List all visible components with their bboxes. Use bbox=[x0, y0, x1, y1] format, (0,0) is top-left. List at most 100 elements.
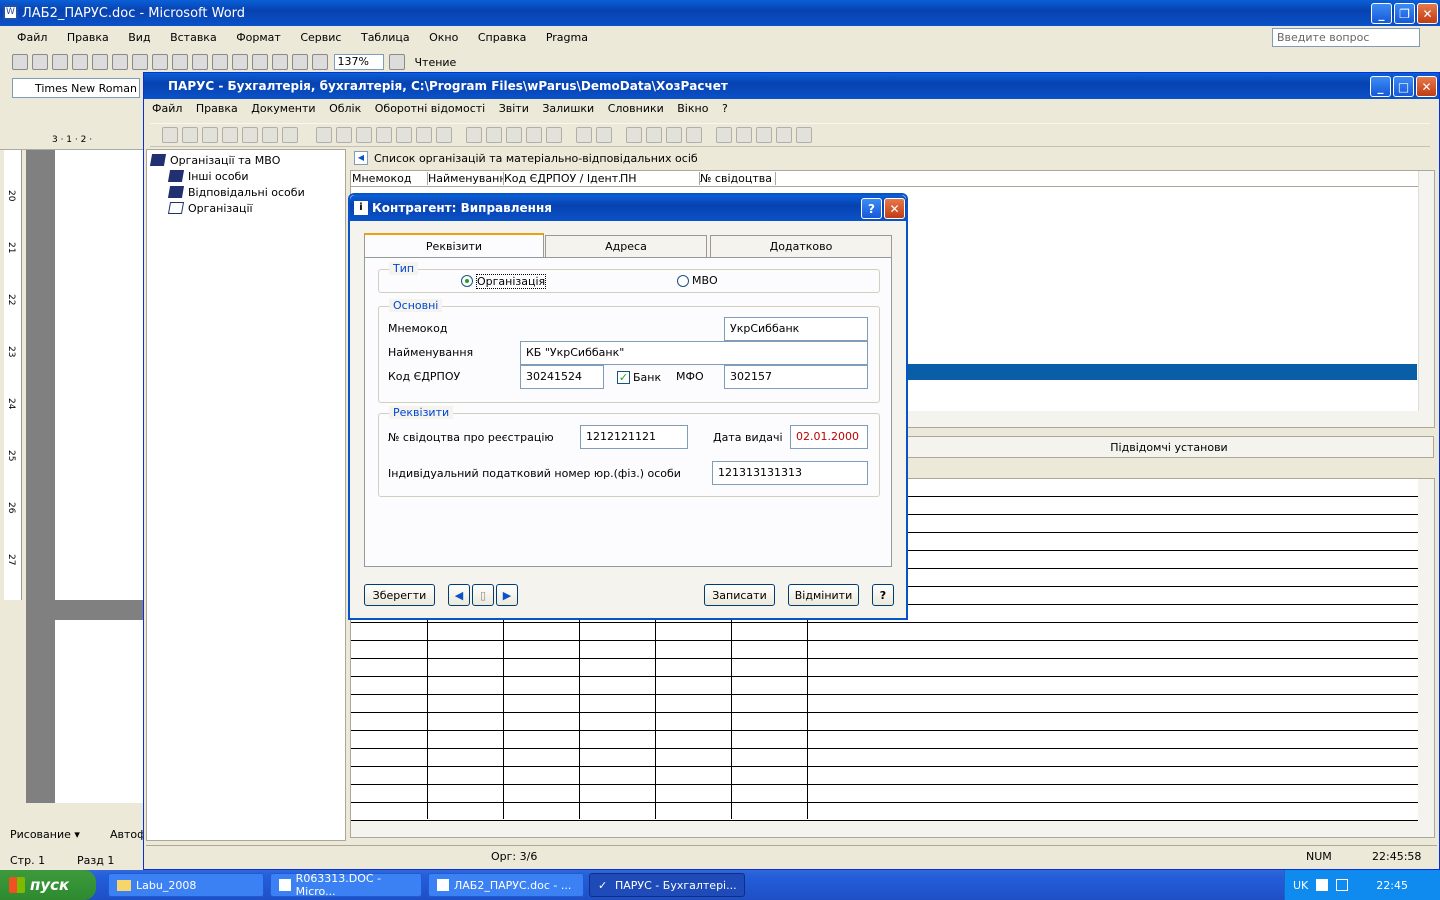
cut-icon[interactable] bbox=[132, 54, 148, 70]
doc5-icon[interactable] bbox=[396, 127, 412, 143]
col-edrpou[interactable]: Код ЄДРПОУ / Ідент. і bbox=[504, 172, 620, 185]
close-button[interactable]: ✕ bbox=[1417, 3, 1438, 24]
grid4-icon[interactable] bbox=[526, 127, 542, 143]
doc7-icon[interactable] bbox=[436, 127, 452, 143]
minimize-button[interactable]: _ bbox=[1371, 3, 1392, 24]
start-button[interactable]: пуск bbox=[0, 870, 96, 900]
col-cert[interactable]: № свідоцтва пр bbox=[700, 172, 776, 185]
next-record-button[interactable]: ▶ bbox=[496, 584, 518, 606]
tab-address[interactable]: Адреса bbox=[545, 235, 707, 257]
tool5-icon[interactable] bbox=[666, 127, 682, 143]
subordinate-tab[interactable]: Підвідомчі установи bbox=[904, 436, 1434, 458]
tree-item-organizations[interactable]: Організації bbox=[151, 200, 345, 216]
new-icon[interactable] bbox=[12, 54, 28, 70]
print-icon[interactable] bbox=[72, 54, 88, 70]
col-mnemocode[interactable]: Мнемокод bbox=[352, 172, 428, 185]
settings-icon[interactable] bbox=[776, 127, 792, 143]
menu-window[interactable]: Окно bbox=[429, 31, 458, 44]
dialog-help-button[interactable]: ? bbox=[861, 198, 882, 219]
parus-menu-window[interactable]: Вікно bbox=[677, 102, 708, 115]
document-page[interactable] bbox=[55, 150, 145, 600]
parus-menu-turnover[interactable]: Оборотні відомості bbox=[375, 102, 485, 115]
autoshapes-menu[interactable]: Автоф bbox=[110, 828, 147, 841]
parus-menu-dictionaries[interactable]: Словники bbox=[608, 102, 664, 115]
add-icon[interactable] bbox=[162, 127, 178, 143]
radio-mvo[interactable] bbox=[677, 275, 689, 287]
parus-menu-edit[interactable]: Правка bbox=[196, 102, 238, 115]
mnemocode-field[interactable]: УкрСиббанк bbox=[724, 317, 868, 341]
radio-organization-label[interactable]: Організація bbox=[476, 274, 547, 289]
restore-button[interactable]: ❐ bbox=[1394, 3, 1415, 24]
write-button[interactable]: Записати bbox=[704, 584, 775, 606]
doc1-icon[interactable] bbox=[316, 127, 332, 143]
edit-icon[interactable] bbox=[202, 127, 218, 143]
bank-label[interactable]: Банк bbox=[633, 371, 661, 384]
parus-menu-file[interactable]: Файл bbox=[152, 102, 182, 115]
help-tray-icon[interactable] bbox=[1316, 879, 1329, 891]
ask-question-input[interactable]: Введите вопрос bbox=[1272, 28, 1420, 47]
date-field[interactable]: 02.01.2000 bbox=[790, 425, 868, 449]
tool2-icon[interactable] bbox=[596, 127, 612, 143]
save-button[interactable]: Зберегти bbox=[364, 584, 435, 606]
mfo-field[interactable]: 302157 bbox=[724, 365, 868, 389]
help-button[interactable]: ? bbox=[872, 584, 894, 606]
copy-record-button[interactable]: ▯ bbox=[472, 584, 494, 606]
menu-format[interactable]: Формат bbox=[236, 31, 281, 44]
edrpou-field[interactable]: 30241524 bbox=[520, 365, 604, 389]
filter-icon[interactable] bbox=[242, 127, 258, 143]
parus-menu-balances[interactable]: Залишки bbox=[542, 102, 594, 115]
name-field[interactable]: КБ "УкрСиббанк" bbox=[520, 341, 868, 365]
help-icon[interactable] bbox=[389, 54, 405, 70]
parus-menu-help[interactable]: ? bbox=[722, 102, 728, 115]
tree-item-other[interactable]: Інші особи bbox=[151, 168, 345, 184]
menu-file[interactable]: Файл bbox=[17, 31, 47, 44]
tool3-icon[interactable] bbox=[626, 127, 642, 143]
upper-vscroll[interactable] bbox=[1418, 171, 1434, 411]
tree-root[interactable]: Організації та МВО bbox=[149, 152, 345, 168]
dialog-close-button[interactable]: ✕ bbox=[884, 198, 905, 219]
paste-icon[interactable] bbox=[172, 54, 188, 70]
menu-help[interactable]: Справка bbox=[478, 31, 526, 44]
drawing-icon[interactable] bbox=[292, 54, 308, 70]
parus-menu-accounting[interactable]: Облік bbox=[329, 102, 361, 115]
task-r063313[interactable]: R063313.DOC - Micro... bbox=[270, 872, 422, 898]
exit-icon[interactable] bbox=[796, 127, 812, 143]
prev-record-button[interactable]: ◀ bbox=[448, 584, 470, 606]
col-name[interactable]: Найменування bbox=[428, 172, 504, 185]
redo-icon[interactable] bbox=[212, 54, 228, 70]
parus-maximize-button[interactable]: □ bbox=[1393, 76, 1414, 97]
tree-item-responsible[interactable]: Відповідальні особи bbox=[151, 184, 345, 200]
cert-field[interactable]: 1212121121 bbox=[580, 425, 688, 449]
tool1-icon[interactable] bbox=[576, 127, 592, 143]
radio-organization[interactable] bbox=[461, 275, 473, 287]
menu-pragma[interactable]: Pragma bbox=[546, 31, 588, 44]
font-select[interactable]: Times New Roman bbox=[12, 78, 140, 98]
grid5-icon[interactable] bbox=[546, 127, 562, 143]
folder-icon[interactable] bbox=[756, 127, 772, 143]
reading-button[interactable]: Чтение bbox=[415, 56, 457, 69]
menu-insert[interactable]: Вставка bbox=[170, 31, 217, 44]
refresh-icon[interactable] bbox=[262, 127, 278, 143]
add-copy-icon[interactable] bbox=[182, 127, 198, 143]
show-formatting-icon[interactable] bbox=[312, 54, 328, 70]
tool6-icon[interactable] bbox=[686, 127, 702, 143]
undo-icon[interactable] bbox=[192, 54, 208, 70]
task-lab2[interactable]: ЛАБ2_ПАРУС.doc - ... bbox=[428, 873, 584, 897]
task-labu[interactable]: Labu_2008 bbox=[108, 873, 264, 897]
drawing-menu[interactable]: Рисование ▾ bbox=[10, 828, 80, 841]
tab-additional[interactable]: Додатково bbox=[710, 235, 892, 257]
radio-mvo-label[interactable]: МВО bbox=[692, 274, 718, 287]
lower-vscroll[interactable] bbox=[1418, 479, 1434, 821]
menu-table[interactable]: Таблица bbox=[361, 31, 410, 44]
doc3-icon[interactable] bbox=[356, 127, 372, 143]
bank-checkbox[interactable]: ✓ bbox=[617, 371, 630, 384]
view-buttons[interactable] bbox=[2, 805, 145, 821]
copy-icon[interactable] bbox=[152, 54, 168, 70]
spelling-icon[interactable] bbox=[112, 54, 128, 70]
columns-icon[interactable] bbox=[272, 54, 288, 70]
task-parus[interactable]: ✓ ПАРУС - Бухгалтері... bbox=[589, 873, 745, 897]
doc2-icon[interactable] bbox=[336, 127, 352, 143]
parus-minimize-button[interactable]: _ bbox=[1370, 76, 1391, 97]
parus-menu-documents[interactable]: Документи bbox=[251, 102, 315, 115]
doc4-icon[interactable] bbox=[376, 127, 392, 143]
